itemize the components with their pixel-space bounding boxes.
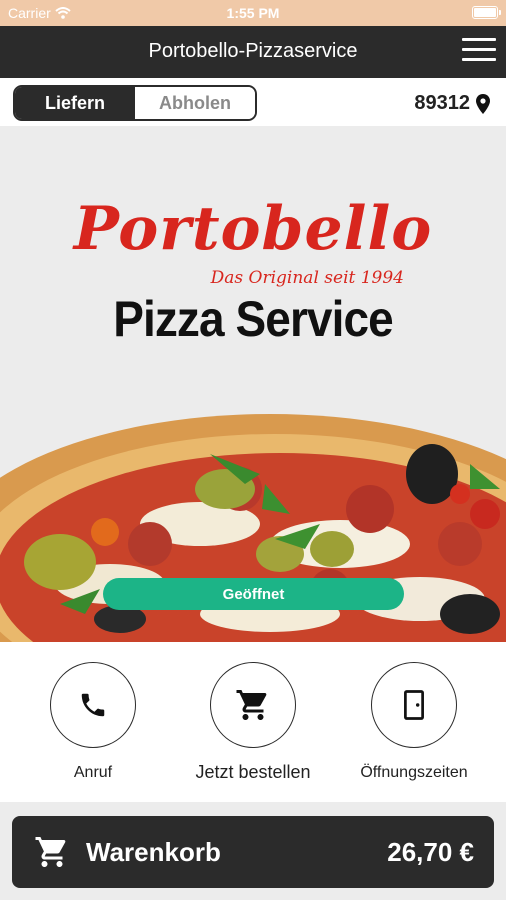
open-status-button[interactable]: Geöffnet [103, 578, 404, 610]
opening-hours-button[interactable] [371, 662, 457, 748]
order-mode-bar: Liefern Abholen 89312 [0, 78, 506, 126]
action-row: Anruf Jetzt bestellen Öffnungszeiten [0, 642, 506, 802]
logo-subtitle: Pizza Service [113, 291, 393, 347]
opening-hours-action[interactable]: Öffnungszeiten [334, 662, 494, 782]
status-bar: Carrier 1:55 PM [0, 0, 506, 26]
menu-line [462, 58, 496, 61]
door-icon [404, 690, 424, 720]
delivery-mode-toggle: Liefern Abholen [13, 85, 257, 121]
cart-label: Warenkorb [86, 836, 221, 867]
call-action[interactable]: Anruf [13, 662, 173, 782]
menu-line [462, 48, 496, 51]
hero-banner: Portobello Das Original seit 1994 Pizza … [0, 126, 506, 642]
cart-icon [236, 690, 267, 720]
order-now-label: Jetzt bestellen [195, 762, 311, 782]
order-now-action[interactable]: Jetzt bestellen [173, 662, 333, 783]
battery-icon [472, 6, 501, 19]
order-now-button[interactable] [210, 662, 296, 748]
cart-total: 26,70 € [387, 836, 474, 867]
logo-tagline: Das Original seit 1994 [210, 268, 404, 288]
opening-hours-label: Öffnungszeiten [360, 764, 468, 781]
location-selector[interactable]: 89312 [414, 92, 490, 115]
hamburger-menu-icon[interactable] [462, 38, 496, 66]
call-button[interactable] [50, 662, 136, 748]
location-pin-icon [476, 93, 490, 114]
call-label: Anruf [73, 764, 113, 781]
zip-code: 89312 [414, 92, 470, 114]
phone-icon [81, 693, 105, 717]
nav-title: Portobello-Pizzaservice [148, 40, 358, 62]
pickup-tab[interactable]: Abholen [135, 87, 255, 119]
cart-bar: Warenkorb 26,70 € [0, 802, 506, 900]
nav-bar: Portobello-Pizzaservice [0, 26, 506, 78]
deliver-tab[interactable]: Liefern [15, 87, 135, 119]
cart-button[interactable]: Warenkorb 26,70 € [12, 816, 494, 888]
status-time: 1:55 PM [226, 5, 280, 21]
logo-script: Portobello [73, 194, 433, 264]
menu-line [462, 38, 496, 41]
cart-icon [35, 837, 66, 867]
